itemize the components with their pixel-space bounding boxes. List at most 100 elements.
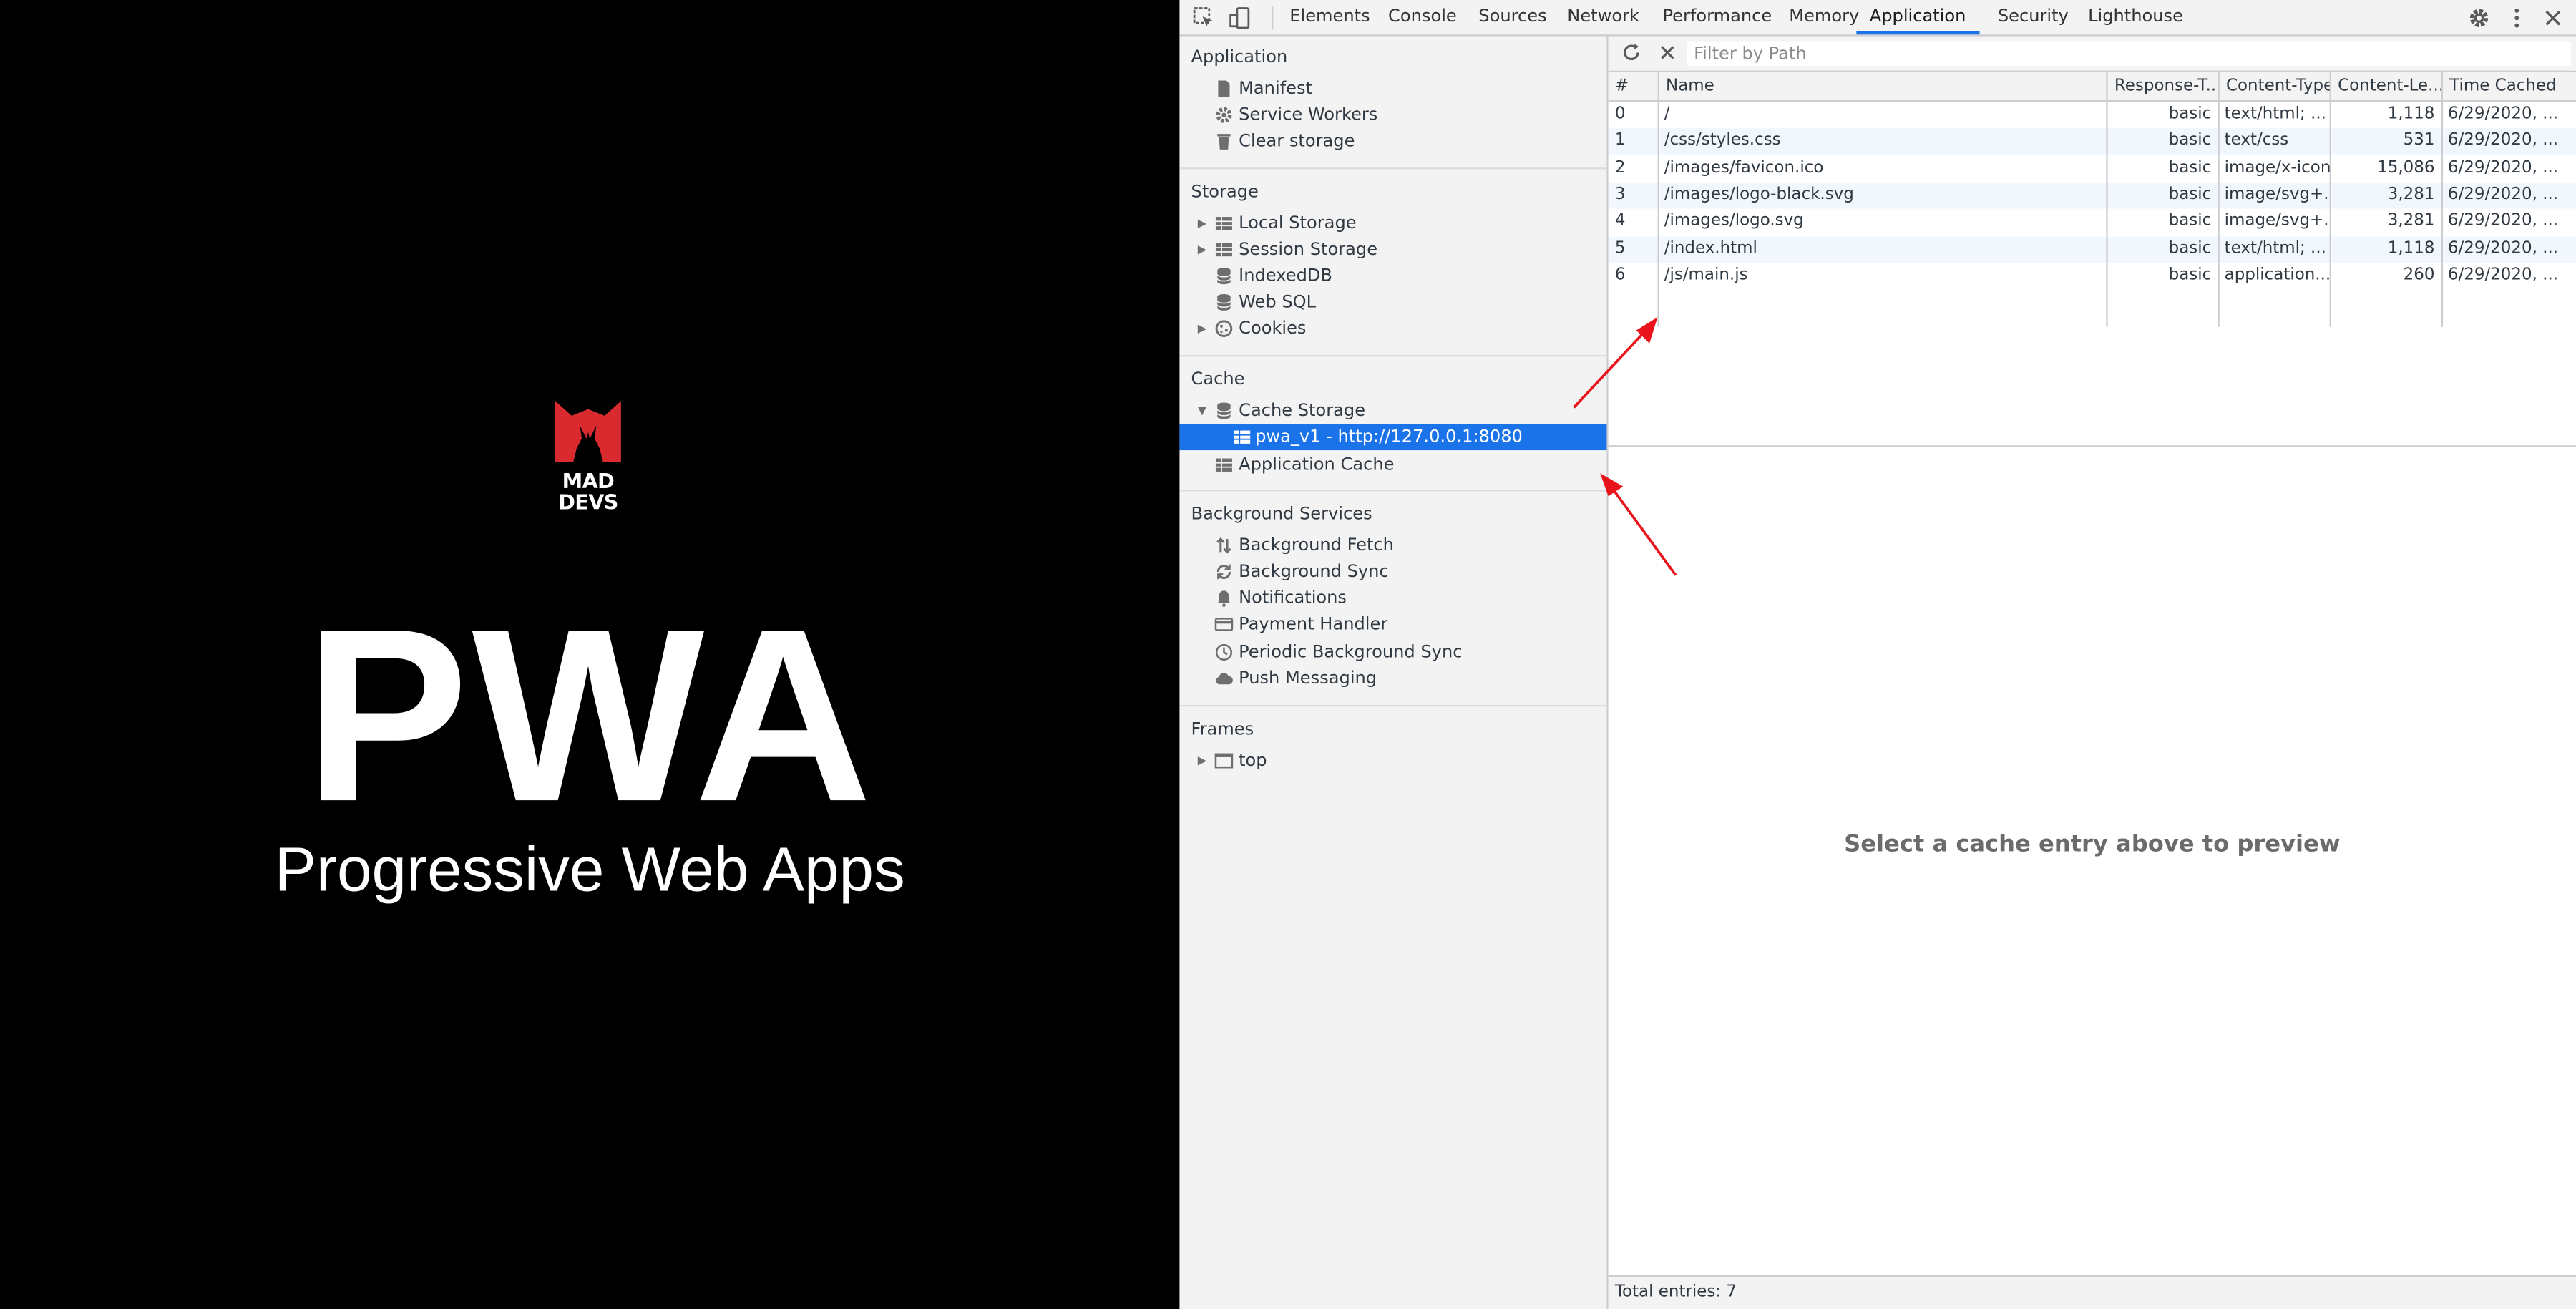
sidebar-item-session-storage[interactable]: ▶ Session Storage [1179,237,1606,263]
expand-arrow-icon[interactable]: ▶ [1198,210,1211,237]
mad-devs-logo: MAD DEVS [552,399,624,512]
logo-text-devs: DEVS [558,489,618,514]
sidebar-item-cache-storage[interactable]: ▼ Cache Storage [1179,398,1606,424]
filter-path-input[interactable] [1687,41,2572,66]
sidebar-item-cookies[interactable]: ▶ Cookies [1179,316,1606,342]
sidebar-item-frame-top[interactable]: ▶ top [1179,748,1606,774]
sidebar-item-label: Service Workers [1239,104,1378,125]
cell-index: 0 [1614,104,1626,124]
col-header-time-cached[interactable]: Time Cached [2441,72,2576,101]
tab-application[interactable]: Application [1856,0,1979,35]
column-divider [2441,102,2444,327]
sync-icon [1214,562,1234,582]
device-toolbar-icon[interactable] [1229,6,1252,29]
grid-icon [1232,427,1252,447]
table-row[interactable]: 3/images/logo-black.svg basic image/svg+..… [1608,182,2576,209]
expand-arrow-icon[interactable]: ▶ [1198,748,1211,774]
cell-index: 5 [1614,239,1626,258]
tab-elements[interactable]: Elements [1289,0,1370,34]
sidebar-item-service-workers[interactable]: Service Workers [1179,102,1606,128]
expand-arrow-icon[interactable]: ▶ [1198,237,1211,263]
col-header-name[interactable]: Name [1657,72,2107,101]
cell-content-type: text/html; ... [2224,104,2326,124]
database-icon [1214,401,1234,421]
cell-time-cached: 6/29/2020, ... [2447,132,2559,150]
table-row[interactable]: 2/images/favicon.ico basic image/x-icon 15,… [1609,155,2576,182]
frame-icon [1214,751,1234,771]
sidebar-item-clear-storage[interactable]: Clear storage [1179,128,1606,155]
cell-content-type: text/html; ... [2224,239,2326,258]
col-header-response-type[interactable]: Response-T... [2106,72,2218,101]
sidebar-item-local-storage[interactable]: ▶ Local Storage [1179,210,1606,237]
cell-content-length: 3,281 [2387,212,2435,230]
cell-time-cached: 6/29/2020, ... [2447,104,2559,124]
column-divider [1657,102,1659,327]
sidebar-item-periodic-background-sync[interactable]: Periodic Background Sync [1179,639,1606,666]
tab-security[interactable]: Security [1998,0,2069,34]
sidebar-item-push-messaging[interactable]: Push Messaging [1179,666,1606,692]
table-row[interactable]: 0 / basic text/html; ... 1,118 6/29/2020, ... [1609,102,2576,128]
sidebar-item-web-sql[interactable]: Web SQL [1179,289,1606,316]
tab-console[interactable]: Console [1388,0,1457,34]
credit-card-icon [1214,615,1234,635]
clear-icon[interactable] [1656,41,1679,64]
cell-response-type: basic [2168,132,2212,150]
sidebar-item-indexeddb[interactable]: IndexedDB [1179,263,1606,289]
sidebar-item-application-cache[interactable]: Application Cache [1179,452,1606,478]
gear-icon[interactable] [2466,5,2492,31]
cell-name: /js/main.js [1664,266,1748,284]
tab-lighthouse[interactable]: Lighthouse [2088,0,2183,34]
cell-time-cached: 6/29/2020, ... [2447,158,2559,177]
cell-content-length: 260 [2403,266,2435,284]
presentation-pane: MAD DEVS PWA Progressive Web Apps [0,0,1180,1309]
cell-index: 2 [1614,158,1626,177]
cell-name: /images/logo-black.svg [1664,185,1854,204]
sidebar-item-pwa-v1-cache[interactable]: pwa_v1 - http://127.0.0.1:8080 [1179,424,1607,451]
application-sidebar: Application Manifest Service Workers Cle… [1179,36,1609,1309]
close-icon[interactable] [2540,5,2566,31]
refresh-icon[interactable] [1620,41,1643,64]
section-title-cache: Cache [1191,369,1245,390]
database-icon [1214,266,1234,286]
devil-mask-icon [555,401,621,462]
sidebar-item-label: Clear storage [1239,131,1355,152]
table-row[interactable]: 1/css/styles.css basic text/css 531 6/29/202… [1608,128,2576,155]
cloud-icon [1214,668,1234,688]
tab-network[interactable]: Network [1567,0,1639,34]
section-title-background-services: Background Services [1191,504,1372,525]
inspect-element-icon[interactable] [1193,6,1216,29]
sidebar-item-label: Manifest [1239,79,1312,99]
tab-memory[interactable]: Memory [1789,0,1859,34]
toolbar-separator [1272,6,1274,30]
sidebar-item-payment-handler[interactable]: Payment Handler [1179,611,1606,638]
sidebar-item-background-sync[interactable]: Background Sync [1179,559,1606,585]
cell-index: 3 [1614,185,1626,204]
section-title-application: Application [1191,47,1288,68]
table-row[interactable]: 5/index.html basic text/html; ... 1,118 6/29… [1608,235,2576,263]
sidebar-item-background-fetch[interactable]: Background Fetch [1179,532,1606,559]
grid-icon [1214,455,1234,475]
kebab-icon[interactable] [2504,5,2530,31]
tab-performance[interactable]: Performance [1662,0,1772,34]
sidebar-item-notifications[interactable]: Notifications [1179,585,1606,611]
up-down-arrows-icon [1214,535,1234,555]
cell-content-type: image/svg+... [2224,185,2330,204]
sidebar-item-label: Periodic Background Sync [1239,642,1463,663]
table-row[interactable]: 6/js/main.js basic application... 260 6/29/2… [1609,263,2576,289]
cell-content-type: image/svg+... [2224,212,2330,230]
col-header-content-length[interactable]: Content-Le... [2329,72,2441,101]
database-icon [1214,293,1234,313]
sidebar-item-label: Application Cache [1239,454,1395,475]
table-header: # Name Response-T... Content-Type Conten… [1608,72,2576,102]
sidebar-item-manifest[interactable]: Manifest [1179,76,1606,102]
col-header-index[interactable]: # [1609,72,1658,100]
table-row[interactable]: 4/images/logo.svg basic image/svg+... 3,281… [1609,209,2576,235]
tab-sources[interactable]: Sources [1478,0,1546,34]
col-header-content-type[interactable]: Content-Type [2218,72,2330,101]
expand-arrow-icon[interactable]: ▶ [1198,316,1211,342]
collapse-arrow-icon[interactable]: ▼ [1198,398,1211,424]
clock-icon [1214,643,1234,663]
cell-name: /index.html [1664,239,1757,258]
section-title-storage: Storage [1191,182,1259,203]
cell-index: 1 [1614,132,1626,150]
